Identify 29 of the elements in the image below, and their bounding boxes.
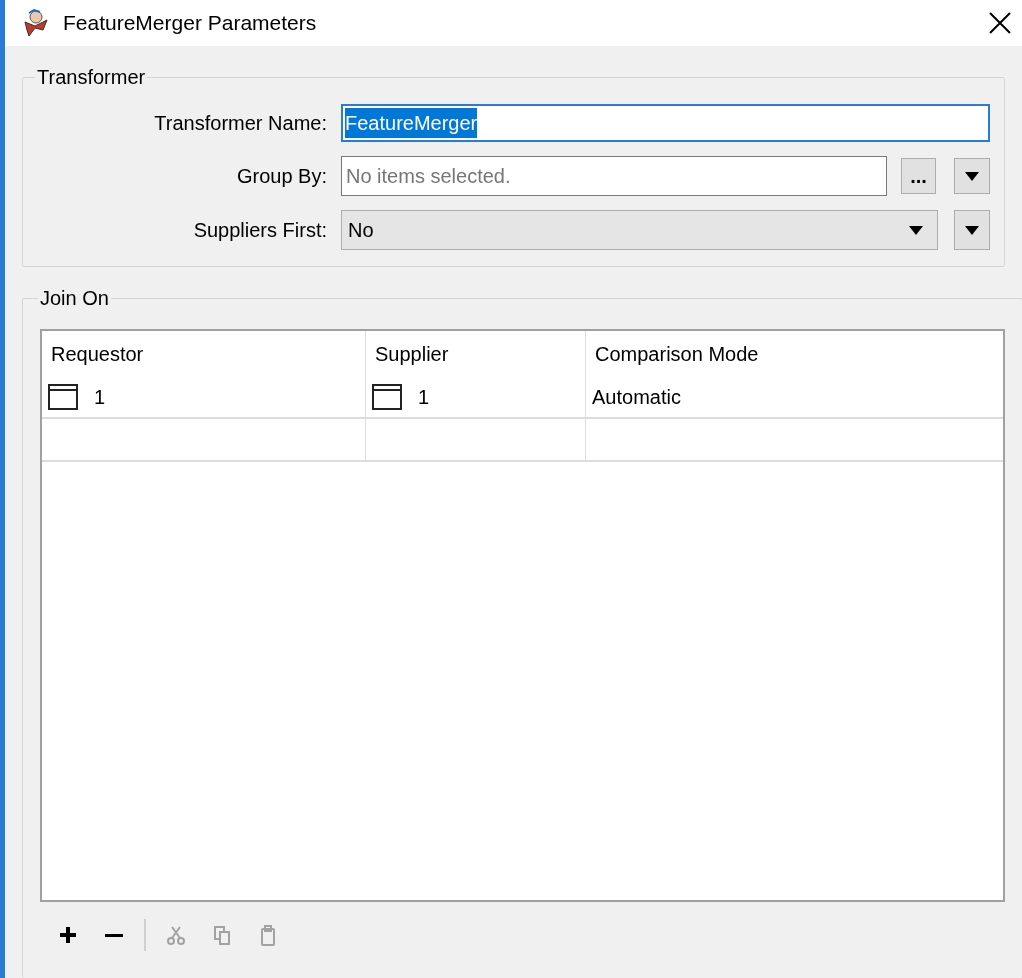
- cell-text: 1: [418, 384, 430, 410]
- dropdown-button[interactable]: [954, 158, 990, 194]
- field-label: Transformer Name:: [153, 111, 327, 136]
- column-header[interactable]: Supplier: [366, 331, 586, 376]
- column-header[interactable]: Comparison Mode: [586, 331, 1003, 376]
- group-by-field[interactable]: No items selected.: [341, 156, 887, 196]
- field-label: Group By:: [235, 164, 327, 189]
- column-header[interactable]: Requestor: [42, 331, 366, 376]
- attribute-icon: [48, 383, 78, 410]
- suppliers-first-dropdown[interactable]: No: [341, 210, 938, 250]
- cell-text: 1: [94, 384, 106, 410]
- dropdown-button[interactable]: [954, 210, 990, 250]
- caret-icon: [965, 171, 979, 181]
- copy-icon: [214, 925, 230, 945]
- field-label: Suppliers First:: [192, 218, 327, 243]
- attribute-icon: [372, 383, 402, 410]
- window-title: FeatureMerger Parameters: [63, 10, 318, 37]
- caret-icon: [909, 225, 923, 235]
- clipboard-icon: [261, 924, 275, 946]
- group-label: Join On: [39, 286, 110, 311]
- scissors-icon: [167, 925, 185, 945]
- caret-icon: [965, 225, 979, 235]
- plus-icon: [60, 927, 76, 943]
- transformer-name-field[interactable]: FeatureMerger: [341, 104, 990, 142]
- minus-icon: [105, 933, 123, 937]
- close-icon: [989, 12, 1011, 34]
- table-cell[interactable]: Automatic: [586, 376, 1003, 417]
- browse-button[interactable]: ...: [901, 158, 936, 194]
- group-label: Transformer: [36, 65, 147, 90]
